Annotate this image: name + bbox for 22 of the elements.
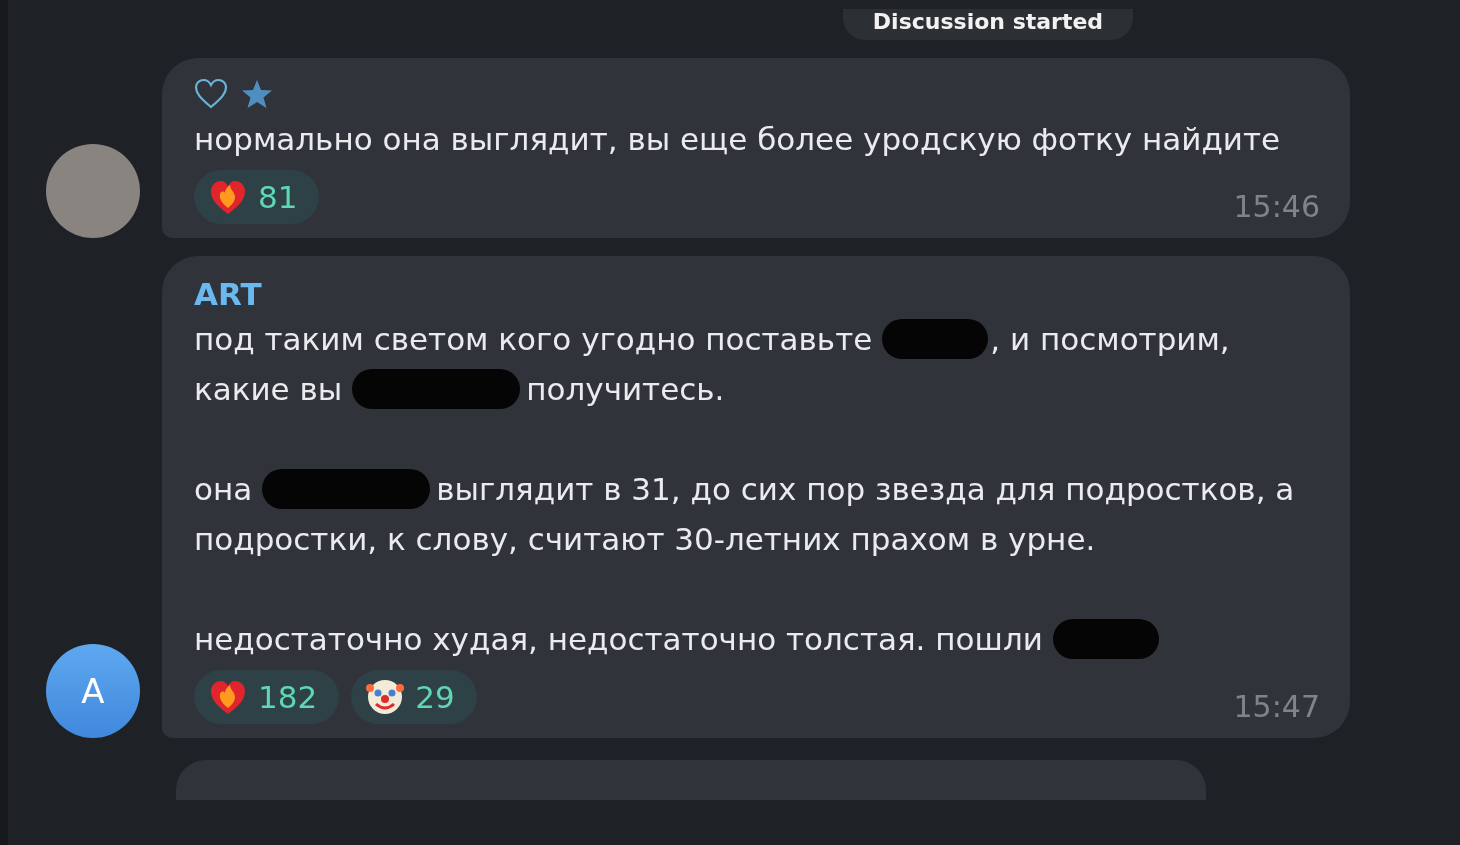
- heart-icon: [194, 78, 228, 110]
- sender-name[interactable]: ART: [194, 276, 1320, 312]
- message-text: получитесь.: [526, 370, 725, 409]
- message-text: недостаточно худая, недостаточно толстая. пошли: [194, 620, 1043, 659]
- clown-face-icon: [365, 678, 406, 716]
- service-message: Discussion started: [842, 9, 1134, 40]
- message-text: , и посмотрим,: [990, 320, 1230, 359]
- reaction-button[interactable]: 81: [194, 170, 320, 224]
- message-time: 15:47: [1233, 689, 1320, 724]
- message-text: выглядит в 31, до сих пор звезда для подростков, а: [436, 470, 1295, 509]
- reaction-button[interactable]: 182: [194, 670, 340, 724]
- reaction-button[interactable]: 29: [351, 670, 477, 724]
- message-time: 15:46: [1233, 189, 1320, 224]
- message-text: нормально она выглядит, вы еще более уродскую фотку найдите: [194, 120, 1281, 159]
- message-text: под таким светом кого угодно поставьте: [194, 320, 873, 359]
- heart-fire-icon: [208, 178, 248, 216]
- message-text: она: [194, 470, 253, 509]
- avatar[interactable]: A: [46, 644, 140, 738]
- message-text: какие вы: [194, 370, 343, 409]
- heart-fire-icon: [208, 678, 248, 716]
- message-text: подростки, к слову, считают 30-летних прахом в урне.: [194, 520, 1096, 559]
- star-icon: [240, 78, 274, 110]
